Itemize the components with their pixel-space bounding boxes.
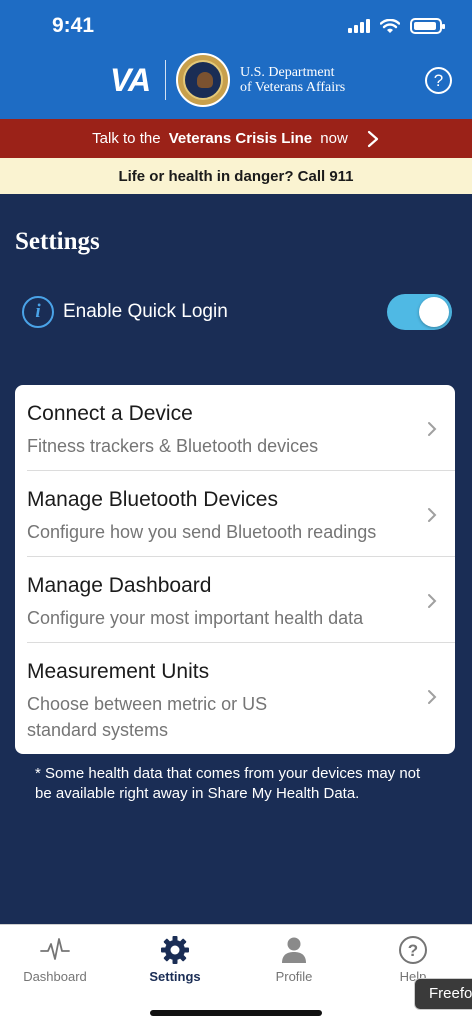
chevron-right-icon [428,508,437,522]
settings-list: Connect a Device Fitness trackers & Blue… [15,385,455,754]
bottom-tab-bar: Dashboard Settings Profile ? Help [0,924,472,1024]
tab-label: Dashboard [23,969,87,984]
chevron-right-icon [428,594,437,608]
va-logo: VA [110,62,151,98]
chevron-right-icon [367,130,378,147]
tab-dashboard[interactable]: Dashboard [0,925,114,995]
page-title: Settings [15,228,100,255]
quick-login-row: i Enable Quick Login [22,294,452,330]
question-icon: ? [399,936,427,964]
chevron-right-icon [428,690,437,704]
department-line-2: of Veterans Affairs [240,80,346,95]
crisis-line-banner[interactable]: Talk to the Veterans Crisis Line now [0,119,472,158]
tab-settings[interactable]: Settings [116,925,234,995]
item-subtitle: Fitness trackers & Bluetooth devices [27,436,319,456]
person-icon [282,937,306,963]
crisis-line-name: Veterans Crisis Line [168,130,313,147]
help-button[interactable]: ? [425,67,452,94]
department-name: U.S. Department of Veterans Affairs [240,65,345,95]
crisis-suffix: now [316,130,348,147]
item-title: Measurement Units [27,660,210,683]
item-title: Manage Dashboard [27,574,212,597]
chevron-right-icon [428,422,437,436]
quick-login-toggle[interactable] [387,294,452,330]
health-data-footnote: * Some health data that comes from your … [35,765,421,802]
item-subtitle: Configure your most important health dat… [27,608,364,628]
svg-text:?: ? [408,941,418,960]
va-seal-icon [176,53,230,107]
gear-icon [161,936,189,964]
list-item-manage-bluetooth[interactable]: Manage Bluetooth Devices Configure how y… [15,471,455,557]
info-icon[interactable]: i [22,296,54,328]
tab-profile[interactable]: Profile [235,925,353,995]
item-subtitle: Choose between metric or US standard sys… [27,694,268,740]
status-icons [348,18,445,34]
pulse-icon [40,938,70,960]
department-line-1: U.S. Department [240,65,335,80]
app-header: 9:41 VA U.S. Department of Veterans Affa… [0,0,472,119]
list-item-manage-dashboard[interactable]: Manage Dashboard Configure your most imp… [15,557,455,643]
tab-label: Profile [275,969,313,984]
status-time: 9:41 [52,14,95,37]
quick-login-label: Enable Quick Login [63,301,228,322]
signal-icon [348,19,370,33]
crisis-prefix: Talk to the [92,130,165,147]
tab-label: Settings [149,969,201,984]
item-title: Manage Bluetooth Devices [27,488,278,511]
logo-divider [165,60,166,100]
wifi-icon [380,18,400,33]
list-item-measurement-units[interactable]: Measurement Units Choose between metric … [15,643,455,754]
home-indicator[interactable] [150,1010,322,1016]
emergency-banner: Life or health in danger? Call 911 [0,158,472,194]
item-title: Connect a Device [27,402,193,425]
list-item-connect-device[interactable]: Connect a Device Fitness trackers & Blue… [15,385,455,471]
freeform-tooltip: Freeform [414,978,472,1010]
battery-icon [410,18,445,34]
item-subtitle: Configure how you send Bluetooth reading… [27,522,377,542]
